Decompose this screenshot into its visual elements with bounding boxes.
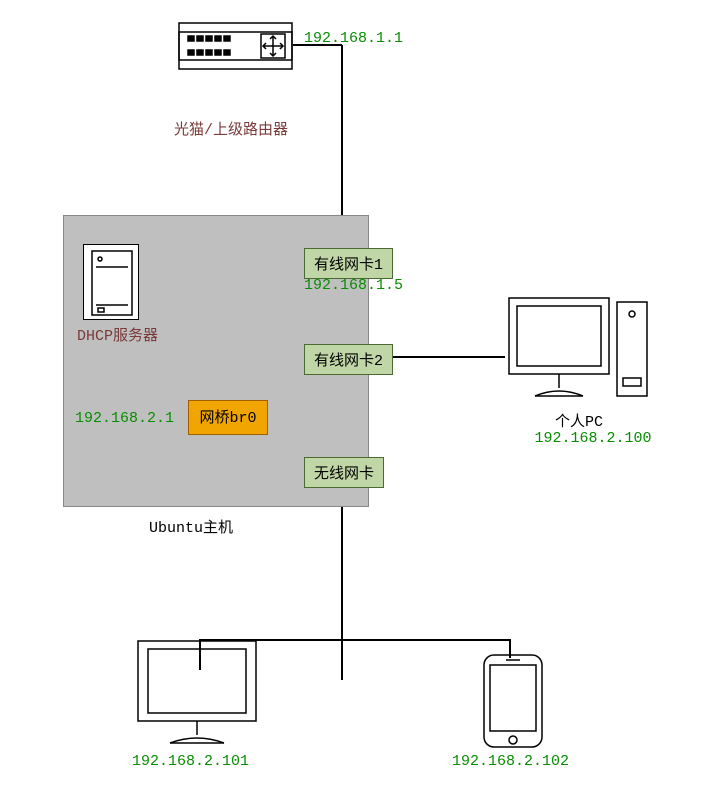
nic2: 有线网卡2 xyxy=(304,344,393,375)
pc-bottom-ip: 192.168.2.101 xyxy=(132,753,249,770)
network-diagram: 192.168.1.1 光猫/上级路由器 DHCP服务器 网桥br0 192.1… xyxy=(0,0,720,789)
pc-right-label: 个人PC xyxy=(555,410,603,431)
pc-right-icon xyxy=(505,288,650,413)
nic1-ip: 192.168.1.5 xyxy=(304,277,403,294)
bridge-ip: 192.168.2.1 xyxy=(75,410,174,427)
router-ip: 192.168.1.1 xyxy=(304,30,403,47)
nic-wifi: 无线网卡 xyxy=(304,457,384,488)
router-icon xyxy=(178,22,293,75)
phone-icon xyxy=(478,651,548,756)
nic1: 有线网卡1 xyxy=(304,248,393,279)
ubuntu-label: Ubuntu主机 xyxy=(149,516,233,537)
pc-bottom-icon xyxy=(128,635,268,755)
pc-right-ip: 192.168.2.100 xyxy=(528,430,658,447)
phone-ip: 192.168.2.102 xyxy=(452,753,569,770)
router-label: 光猫/上级路由器 xyxy=(174,118,288,139)
dhcp-server-icon xyxy=(83,244,139,320)
bridge-br0: 网桥br0 xyxy=(188,400,268,435)
dhcp-label: DHCP服务器 xyxy=(77,324,158,345)
